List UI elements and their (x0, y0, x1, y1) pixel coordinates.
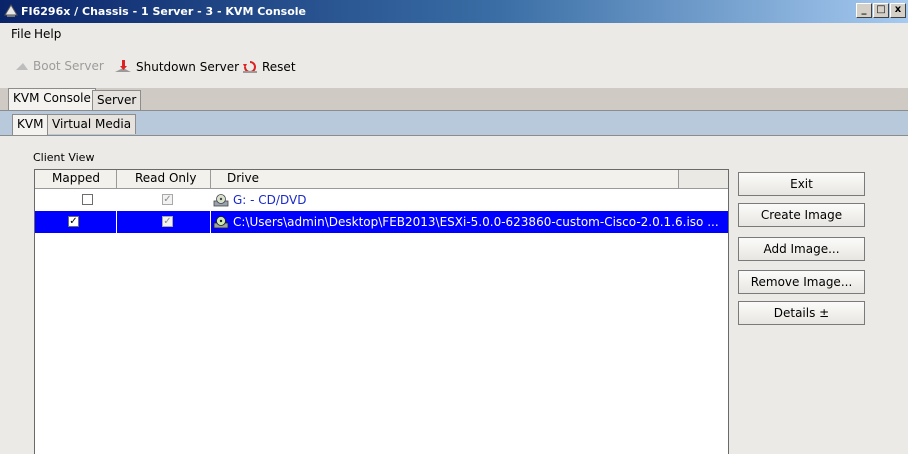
exit-button[interactable]: Exit (738, 172, 865, 196)
add-image-button[interactable]: Add Image... (738, 237, 865, 261)
shutdown-icon (115, 60, 131, 72)
drive-name: C:\Users\admin\Desktop\FEB2013\ESXi-5.0.… (233, 215, 719, 229)
drive-name: G: - CD/DVD (233, 193, 307, 207)
table-row[interactable]: ✓ G: - CD/DVD (35, 189, 728, 211)
mapped-checkbox[interactable] (82, 194, 93, 205)
main-tabs: KVM Console Server (0, 88, 908, 111)
client-view-label: Client View (33, 151, 95, 164)
toolbar: Boot Server Shutdown Server Reset (0, 45, 908, 89)
create-image-button[interactable]: Create Image (738, 203, 865, 227)
column-mapped[interactable]: Mapped (35, 170, 117, 188)
cd-drive-icon (213, 194, 229, 207)
tab-kvm-console[interactable]: KVM Console (8, 88, 96, 110)
table-header: Mapped Read Only Drive (35, 170, 728, 189)
reset-icon (243, 61, 257, 73)
shutdown-server-button[interactable]: Shutdown Server (113, 59, 239, 75)
iso-image-icon (213, 216, 229, 229)
drive-cell: G: - CD/DVD (213, 193, 306, 207)
title-bar: FI6296x / Chassis - 1 Server - 3 - KVM C… (0, 0, 908, 23)
details-button[interactable]: Details ± (738, 301, 865, 325)
tab-virtual-media[interactable]: Virtual Media (47, 114, 137, 134)
menu-bar: File Help (0, 23, 908, 45)
virtual-media-panel: Client View Mapped Read Only Drive ✓ G: … (0, 136, 908, 454)
client-view-table: Mapped Read Only Drive ✓ G: - CD/DVD ✓ ✓… (34, 169, 729, 454)
boot-server-label: Boot Server (33, 59, 104, 73)
table-row[interactable]: ✓ ✓ C:\Users\admin\Desktop\FEB2013\ESXi-… (35, 211, 728, 233)
read-only-checkbox: ✓ (162, 194, 173, 205)
drive-cell: C:\Users\admin\Desktop\FEB2013\ESXi-5.0.… (213, 215, 719, 229)
reset-label: Reset (262, 60, 296, 74)
mapped-checkbox[interactable]: ✓ (68, 216, 79, 227)
column-read-only[interactable]: Read Only (117, 170, 211, 188)
menu-file[interactable]: File (11, 27, 31, 41)
shutdown-server-label: Shutdown Server (136, 60, 240, 74)
tab-kvm[interactable]: KVM (12, 114, 49, 135)
boot-server-button[interactable]: Boot Server (14, 59, 104, 73)
app-icon (4, 4, 18, 17)
tab-server[interactable]: Server (92, 90, 142, 110)
sub-tabs: KVM Virtual Media (0, 111, 908, 136)
read-only-checkbox: ✓ (162, 216, 173, 227)
menu-help[interactable]: Help (34, 27, 61, 41)
reset-button[interactable]: Reset (241, 59, 296, 75)
close-button[interactable]: x (890, 3, 906, 18)
remove-image-button[interactable]: Remove Image... (738, 270, 865, 294)
window-title: FI6296x / Chassis - 1 Server - 3 - KVM C… (21, 5, 307, 18)
minimize-button[interactable]: _ (856, 3, 872, 18)
power-icon (16, 63, 28, 70)
column-drive[interactable]: Drive (211, 170, 679, 188)
maximize-button[interactable]: □ (873, 3, 889, 18)
